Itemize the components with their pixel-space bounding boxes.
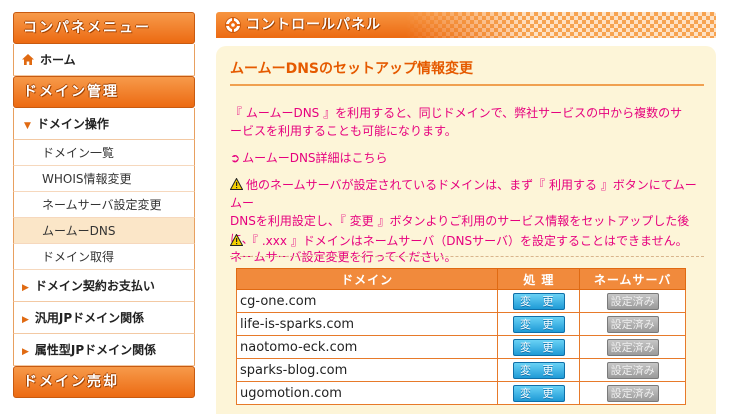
change-button[interactable]: 変 更 [512,315,565,333]
main-content: コントロールパネル ムームーDNSのセットアップ情報変更 『 ムームーDNS 』… [216,12,716,414]
configured-button: 設定済み [606,384,659,402]
table-row: ugomotion.com 変 更 設定済み [235,381,686,405]
sidebar-sub-domain-acquire[interactable]: ドメイン取得 [13,244,195,270]
configured-button: 設定済み [606,292,659,310]
configured-button: 設定済み [606,361,659,379]
home-icon [22,54,34,65]
change-button[interactable]: 変 更 [512,338,565,356]
column-header-nameserver: ネームサーバ [579,268,686,290]
link-text: ムームーDNS詳細はこちら [242,151,388,165]
change-button[interactable]: 変 更 [512,361,565,379]
warning-line: ネームサーバ設定変更を行ってください。 [230,250,457,264]
header-pattern [406,12,716,38]
gear-icon [225,17,241,33]
action-cell: 変 更 [497,358,581,382]
sidebar-item-domain-operations[interactable]: ▼ ドメイン操作 [13,108,195,140]
arrow-icon: ➲ [230,151,241,165]
domain-cell: life-is-sparks.com [235,312,499,336]
configured-button: 設定済み [606,338,659,356]
sidebar-item-label: ドメイン操作 [36,117,109,131]
chevron-right-icon: ▶ [22,315,29,325]
column-header-domain: ドメイン [235,268,499,290]
sidebar-item-jp-domain[interactable]: ▶ 汎用JPドメイン関係 [13,302,195,334]
table-header-row: ドメイン 処 理 ネームサーバ [235,268,686,290]
warning-icon [230,178,243,190]
sidebar-item-attr-jp-domain[interactable]: ▶ 属性型JPドメイン関係 [13,334,195,366]
warning-line: 他のネームサーバが設定されているドメインは、まず『 利用する 』ボタンにてムーム… [230,178,697,210]
warning-icon [230,234,243,246]
action-cell: 変 更 [497,312,581,336]
table-row: naotomo-eck.com 変 更 設定済み [235,335,686,359]
chevron-right-icon: ▶ [22,283,29,293]
action-cell: 変 更 [497,289,581,313]
panel-title: ムームーDNSのセットアップ情報変更 [230,58,704,86]
sidebar-item-home[interactable]: ホーム [13,44,195,76]
domain-management-title: ドメイン管理 [13,76,195,108]
domain-table: ドメイン 処 理 ネームサーバ cg-one.com 変 更 設定済み life… [235,268,686,405]
domain-sale-title: ドメイン売却 [13,366,195,398]
sidebar-item-label: 属性型JPドメイン関係 [34,343,157,357]
chevron-down-icon: ▼ [24,121,31,131]
description-line: 『 ムームーDNS 』を利用すると、同じドメインで、弊社サービスの中から複数のサ [230,106,683,120]
sidebar-item-label: ホーム [40,53,76,67]
nameserver-cell: 設定済み [579,289,686,313]
description: 『 ムームーDNS 』を利用すると、同じドメインで、弊社サービスの中から複数のサ… [230,104,700,140]
configured-button: 設定済み [606,315,659,333]
domain-cell: sparks-blog.com [235,358,499,382]
nameserver-cell: 設定済み [579,358,686,382]
nameserver-cell: 設定済み [579,312,686,336]
change-button[interactable]: 変 更 [512,292,565,310]
divider [230,256,704,257]
domain-cell: naotomo-eck.com [235,335,499,359]
warning-xxx: 『 .xxx 』ドメインはネームサーバ（DNSサーバ）を設定することはできません… [230,232,700,250]
sidebar-sub-domain-list[interactable]: ドメイン一覧 [13,140,195,166]
action-cell: 変 更 [497,335,581,359]
sidebar-sub-nameserver[interactable]: ネームサーバ設定変更 [13,192,195,218]
menu-title: コンパネメニュー [13,12,195,44]
column-header-action: 処 理 [497,268,581,290]
sidebar-item-contract-payment[interactable]: ▶ ドメイン契約お支払い [13,270,195,302]
warning-nameserver: 他のネームサーバが設定されているドメインは、まず『 利用する 』ボタンにてムーム… [230,176,700,266]
description-line: ービスを利用することも可能になります。 [230,124,457,138]
sidebar-item-label: ドメイン契約お支払い [34,279,155,293]
change-button[interactable]: 変 更 [512,384,565,402]
table-row: cg-one.com 変 更 設定済み [235,289,686,313]
nameserver-cell: 設定済み [579,335,686,359]
action-cell: 変 更 [497,381,581,405]
sidebar-sub-whois[interactable]: WHOIS情報変更 [13,166,195,192]
warning-line: 『 .xxx 』ドメインはネームサーバ（DNSサーバ）を設定することはできません… [246,234,688,248]
chevron-right-icon: ▶ [22,347,29,357]
control-panel-header: コントロールパネル [216,12,716,38]
nameserver-cell: 設定済み [579,381,686,405]
page-title: コントロールパネル [246,17,381,33]
table-row: sparks-blog.com 変 更 設定済み [235,358,686,382]
dns-detail-link[interactable]: ➲ ムームーDNS詳細はこちら [230,149,388,166]
domain-cell: cg-one.com [235,289,499,313]
domain-cell: ugomotion.com [235,381,499,405]
sidebar-sub-muumuu-dns[interactable]: ムームーDNS [13,218,195,244]
sidebar: コンパネメニュー ホーム ドメイン管理 ▼ ドメイン操作 ドメイン一覧 WHOIS… [13,12,195,414]
sidebar-item-label: 汎用JPドメイン関係 [34,311,145,325]
setup-panel: ムームーDNSのセットアップ情報変更 『 ムームーDNS 』を利用すると、同じド… [216,46,716,414]
table-row: life-is-sparks.com 変 更 設定済み [235,312,686,336]
